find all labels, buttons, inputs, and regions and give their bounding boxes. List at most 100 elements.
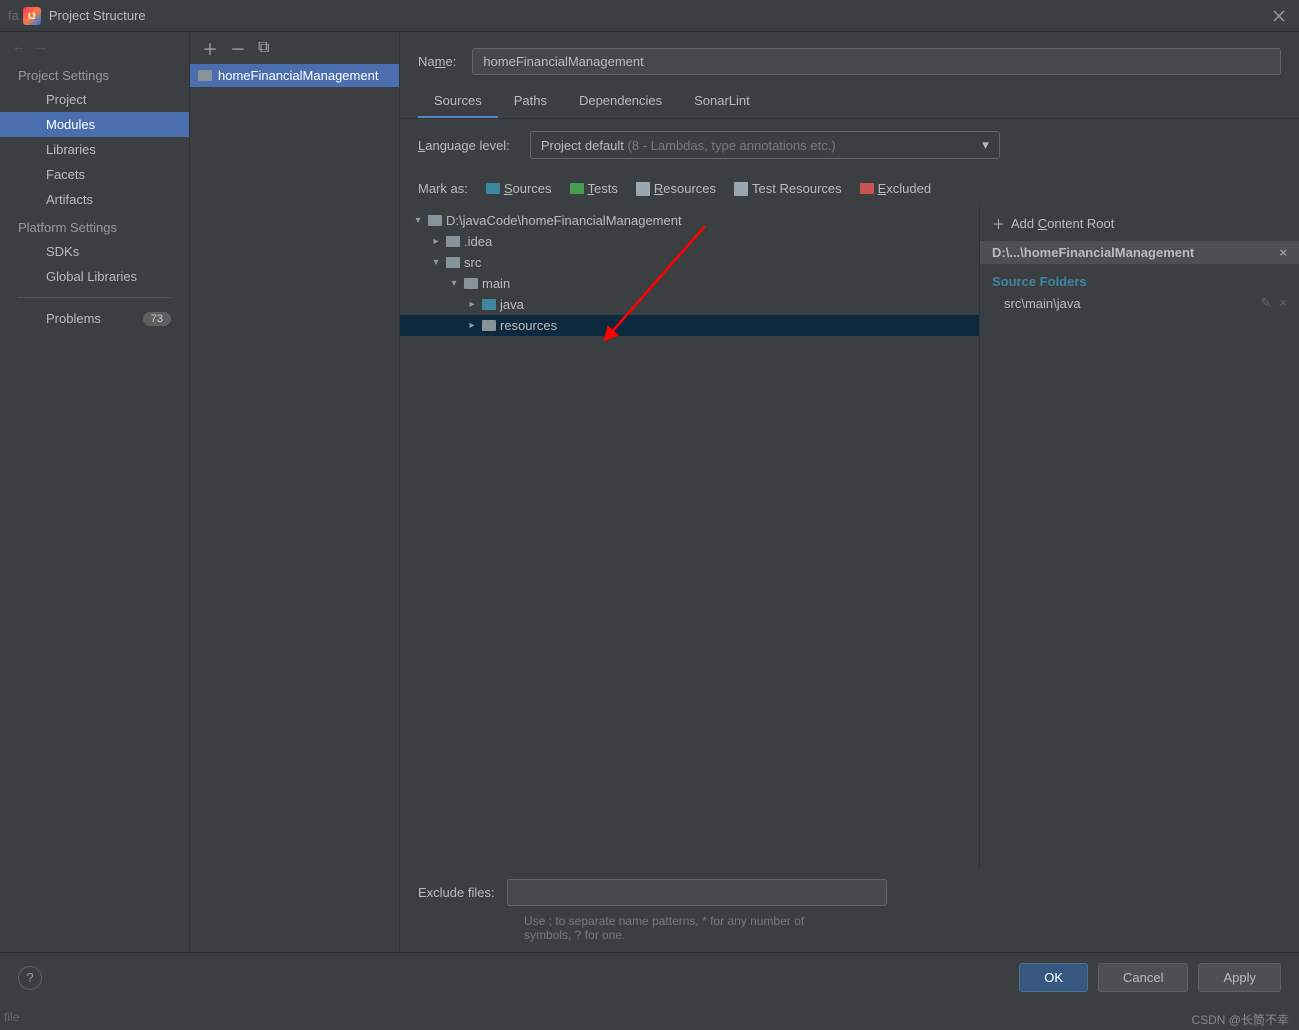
section-platform-settings: Platform Settings: [0, 212, 189, 239]
copy-module-icon[interactable]: ⧉: [258, 39, 269, 57]
mark-as-label: Mark as:: [418, 181, 468, 196]
footer: ? OK Cancel Apply: [0, 952, 1299, 1002]
excluded-folder-icon: [860, 183, 874, 194]
tree-row-resources[interactable]: ▸ resources: [400, 315, 979, 336]
module-item[interactable]: homeFinancialManagement: [190, 64, 399, 87]
tree-row-src[interactable]: ▾ src: [400, 252, 979, 273]
cancel-button[interactable]: Cancel: [1098, 963, 1188, 992]
tree-label: D:\javaCode\homeFinancialManagement: [446, 213, 682, 228]
tab-dependencies[interactable]: Dependencies: [563, 85, 678, 118]
problems-count-badge: 73: [143, 312, 171, 326]
window-title: Project Structure: [49, 8, 1267, 23]
nav-forward-icon[interactable]: →: [34, 38, 48, 54]
sidebar-item-artifacts[interactable]: Artifacts: [0, 187, 189, 212]
tree-label: .idea: [464, 234, 492, 249]
language-level-label: Language level:: [418, 138, 510, 153]
titlebar: fa IJ Project Structure: [0, 0, 1299, 32]
language-level-hint: (8 - Lambdas, type annotations etc.): [628, 138, 836, 153]
tree-label: main: [482, 276, 510, 291]
name-label: Name:: [418, 54, 456, 69]
test-resources-folder-icon: [734, 182, 748, 196]
sidebar: ← → Project Settings Project Modules Lib…: [0, 32, 190, 952]
folder-icon: [464, 278, 478, 289]
resources-folder-icon: [636, 182, 650, 196]
folder-icon: [482, 320, 496, 331]
module-toolbar: ＋ － ⧉: [190, 32, 399, 64]
sidebar-item-project[interactable]: Project: [0, 87, 189, 112]
titlebar-prefix: fa: [8, 8, 19, 23]
folder-icon: [446, 257, 460, 268]
remove-content-root-icon[interactable]: ×: [1279, 245, 1287, 260]
tree-label: src: [464, 255, 481, 270]
section-project-settings: Project Settings: [0, 60, 189, 87]
source-folder-icon: [482, 299, 496, 310]
mark-sources-button[interactable]: Sources: [486, 181, 552, 196]
tab-paths[interactable]: Paths: [498, 85, 563, 118]
mark-tests-button[interactable]: Tests: [570, 181, 618, 196]
content-panel: Name: Sources Paths Dependencies SonarLi…: [400, 32, 1299, 952]
mark-excluded-button[interactable]: Excluded: [860, 181, 931, 196]
edit-icon[interactable]: ✎: [1261, 295, 1272, 311]
module-list-panel: ＋ － ⧉ homeFinancialManagement: [190, 32, 400, 952]
tree-expand-icon[interactable]: ▸: [466, 299, 478, 310]
tree-expand-icon[interactable]: ▸: [430, 236, 442, 247]
mark-resources-button[interactable]: Resources: [636, 181, 716, 196]
tree-row-idea[interactable]: ▸ .idea: [400, 231, 979, 252]
mark-test-resources-button[interactable]: Test Resources: [734, 181, 842, 196]
tree-label: resources: [500, 318, 557, 333]
module-item-label: homeFinancialManagement: [218, 68, 378, 83]
sidebar-item-global-libraries[interactable]: Global Libraries: [0, 264, 189, 289]
sidebar-nav: ← →: [0, 32, 189, 60]
content-root-path: D:\...\homeFinancialManagement: [992, 245, 1194, 260]
app-icon: IJ: [23, 7, 41, 25]
problems-label: Problems: [46, 311, 101, 326]
sidebar-item-problems[interactable]: Problems 73: [0, 306, 189, 331]
sources-folder-icon: [486, 183, 500, 194]
tree-row-java[interactable]: ▸ java: [400, 294, 979, 315]
sidebar-item-libraries[interactable]: Libraries: [0, 137, 189, 162]
language-level-value: Project default: [541, 138, 624, 153]
nav-back-icon[interactable]: ←: [12, 38, 26, 54]
remove-module-icon[interactable]: －: [230, 36, 246, 60]
statusbar-text: file: [4, 1010, 19, 1024]
source-folder-path: src\main\java: [1004, 296, 1081, 311]
tree-label: java: [500, 297, 524, 312]
exclude-files-input[interactable]: [507, 879, 887, 906]
help-button[interactable]: ?: [18, 966, 42, 990]
add-content-root-button[interactable]: ＋ Add Content Root: [980, 206, 1299, 241]
sidebar-item-facets[interactable]: Facets: [0, 162, 189, 187]
folder-icon: [446, 236, 460, 247]
chevron-down-icon: ▾: [982, 137, 989, 153]
exclude-hint: Use ; to separate name patterns, * for a…: [400, 910, 1299, 952]
module-name-input[interactable]: [472, 48, 1281, 75]
tab-sonarlint[interactable]: SonarLint: [678, 85, 766, 118]
tests-folder-icon: [570, 183, 584, 194]
close-icon[interactable]: [1267, 4, 1291, 28]
apply-button[interactable]: Apply: [1198, 963, 1281, 992]
source-tree: ▾ D:\javaCode\homeFinancialManagement ▸ …: [400, 206, 979, 869]
tree-expand-icon[interactable]: ▾: [448, 278, 460, 289]
content-root-panel: ＋ Add Content Root D:\...\homeFinancialM…: [979, 206, 1299, 869]
tab-sources[interactable]: Sources: [418, 85, 498, 118]
source-folders-label: Source Folders: [980, 264, 1299, 293]
tabs: Sources Paths Dependencies SonarLint: [400, 85, 1299, 119]
remove-icon[interactable]: ×: [1279, 295, 1287, 311]
exclude-files-label: Exclude files:: [418, 885, 495, 900]
tree-row-root[interactable]: ▾ D:\javaCode\homeFinancialManagement: [400, 210, 979, 231]
tree-expand-icon[interactable]: ▾: [430, 257, 442, 268]
tree-expand-icon[interactable]: ▸: [466, 320, 478, 331]
content-root-header[interactable]: D:\...\homeFinancialManagement ×: [980, 241, 1299, 264]
watermark: CSDN @长筒不幸: [1191, 1011, 1289, 1028]
plus-icon: ＋: [992, 214, 1005, 233]
divider: [18, 297, 171, 298]
language-level-select[interactable]: Project default (8 - Lambdas, type annot…: [530, 131, 1000, 159]
tree-row-main[interactable]: ▾ main: [400, 273, 979, 294]
source-folder-row[interactable]: src\main\java ✎ ×: [980, 293, 1299, 313]
ok-button[interactable]: OK: [1019, 963, 1088, 992]
folder-icon: [428, 215, 442, 226]
add-module-icon[interactable]: ＋: [202, 36, 218, 60]
tree-expand-icon[interactable]: ▾: [412, 215, 424, 226]
module-folder-icon: [198, 70, 212, 81]
sidebar-item-modules[interactable]: Modules: [0, 112, 189, 137]
sidebar-item-sdks[interactable]: SDKs: [0, 239, 189, 264]
